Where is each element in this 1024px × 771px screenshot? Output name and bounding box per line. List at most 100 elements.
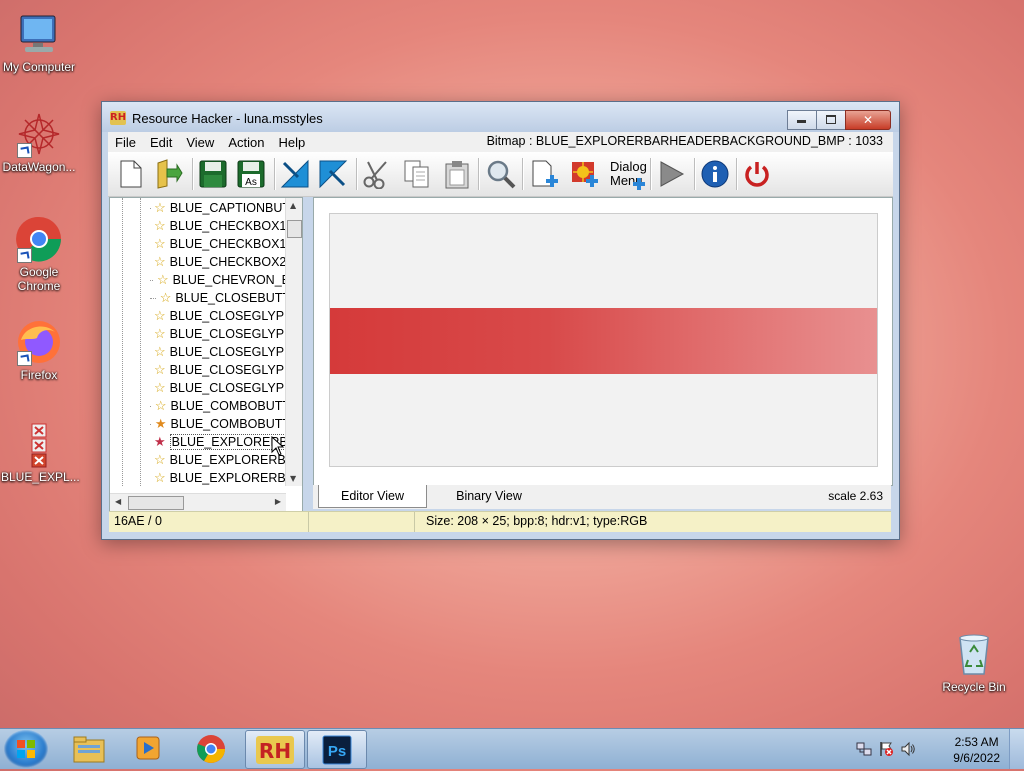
tab-binary-view[interactable]: Binary View	[433, 485, 545, 507]
close-button[interactable]	[845, 110, 891, 130]
scroll-up-arrow-icon[interactable]: ▲	[290, 201, 296, 210]
toolbar-separator	[356, 158, 358, 190]
chrome-icon	[15, 215, 63, 263]
maximize-button[interactable]	[816, 110, 846, 130]
scissors-icon	[362, 159, 392, 189]
system-clock[interactable]: 2:53 AM 9/6/2022	[953, 734, 1000, 766]
taskbar-photoshop[interactable]: Ps	[307, 730, 367, 769]
tree-item-label: BLUE_CHECKBOX25	[170, 255, 290, 269]
tree-item[interactable]: ☆BLUE_CLOSEGLYPH	[150, 325, 290, 343]
find-button[interactable]	[484, 157, 518, 191]
dialog-menu-text-1: Dialog	[610, 159, 646, 174]
tree-item-label: BLUE_CLOSEGLYPH	[170, 345, 290, 359]
scroll-thumb[interactable]	[128, 496, 184, 510]
add-image-icon	[570, 159, 600, 189]
open-file-button[interactable]	[152, 157, 186, 191]
desktop-icon-datawagon[interactable]: DataWagon...	[1, 110, 77, 174]
tree-item[interactable]: ☆BLUE_CLOSEGLYPH	[150, 361, 290, 379]
cut-button[interactable]	[360, 157, 394, 191]
menu-edit[interactable]: Edit	[143, 135, 179, 150]
menu-file[interactable]: File	[108, 135, 143, 150]
show-desktop-button[interactable]	[1009, 729, 1024, 769]
new-file-button[interactable]	[114, 157, 148, 191]
scroll-left-arrow-icon[interactable]: ◀	[115, 497, 121, 506]
bitmap-preview	[330, 308, 877, 374]
minimize-button[interactable]	[787, 110, 817, 130]
tree-vertical-scrollbar[interactable]: ▲ ▼	[285, 198, 302, 486]
resource-tree[interactable]: ☆BLUE_CAPTIONBUT☆BLUE_CHECKBOX13☆BLUE_CH…	[109, 197, 303, 512]
power-icon	[743, 160, 771, 188]
tree-item[interactable]: ★BLUE_EXPLORERBA	[150, 433, 290, 451]
tree-item[interactable]: ☆BLUE_CLOSEGLYPH	[150, 343, 290, 361]
desktop-icon-my-computer[interactable]: My Computer	[1, 10, 77, 74]
taskbar-chrome[interactable]	[182, 730, 240, 767]
volume-icon[interactable]	[900, 741, 916, 757]
network-icon[interactable]	[856, 741, 872, 757]
copy-button[interactable]	[400, 157, 434, 191]
save-as-icon: As	[237, 160, 265, 188]
magnifier-icon	[486, 159, 516, 189]
photoshop-icon: Ps	[322, 735, 352, 765]
tree-item[interactable]: ☆BLUE_EXPLORERBA	[150, 469, 290, 487]
tab-editor-view[interactable]: Editor View	[318, 485, 427, 508]
tree-item[interactable]: ☆BLUE_CHECKBOX25	[150, 253, 290, 271]
tree-horizontal-scrollbar[interactable]: ◀ ▶	[110, 493, 286, 511]
tree-item[interactable]: ☆BLUE_CHECKBOX13	[150, 217, 290, 235]
scroll-down-arrow-icon[interactable]: ▼	[290, 474, 296, 483]
tree-connector	[150, 424, 151, 425]
desktop-icon-recycle-bin[interactable]: Recycle Bin	[936, 630, 1012, 694]
desktop-icon-label: Firefox	[1, 368, 77, 382]
desktop-icon-blue-expl[interactable]: BLUE_EXPL...	[1, 420, 77, 484]
tree-item[interactable]: ☆BLUE_CLOSEBUTT	[150, 289, 290, 307]
action-center-flag-icon[interactable]	[878, 741, 894, 757]
paste-icon	[444, 159, 470, 189]
scroll-right-arrow-icon[interactable]: ▶	[275, 497, 281, 506]
star-resource-icon: ☆	[154, 201, 166, 215]
tree-item[interactable]: ☆BLUE_EXPLORERBA	[150, 451, 290, 469]
taskbar-resource-hacker[interactable]: RH	[245, 730, 305, 769]
menu-bar: File Edit View Action Help Bitmap : BLUE…	[108, 132, 893, 152]
menu-view[interactable]: View	[179, 135, 221, 150]
compile-button[interactable]	[278, 157, 312, 191]
taskbar-explorer[interactable]	[60, 730, 118, 767]
save-button[interactable]	[196, 157, 230, 191]
save-as-button[interactable]: As	[234, 157, 268, 191]
desktop-icon-firefox[interactable]: Firefox	[1, 318, 77, 382]
tree-item[interactable]: ☆BLUE_CHEVRON_B	[150, 271, 290, 289]
run-script-button[interactable]	[316, 157, 350, 191]
pane-splitter[interactable]	[307, 197, 311, 510]
tree-guide-line	[122, 198, 123, 486]
tree-item[interactable]: ☆ BLUE_CAPTIONBUT	[150, 199, 290, 217]
menu-action[interactable]: Action	[221, 135, 271, 150]
status-offset: 16AE / 0	[114, 514, 162, 528]
bitmap-file-icon	[15, 420, 63, 468]
tree-item-label: BLUE_CLOSEGLYPH	[170, 363, 290, 377]
add-blank-resource-button[interactable]	[528, 157, 562, 191]
desktop-icon-google-chrome[interactable]: Google Chrome	[1, 215, 77, 293]
start-button[interactable]	[4, 730, 48, 768]
exit-button[interactable]	[740, 157, 774, 191]
menu-help[interactable]: Help	[271, 135, 312, 150]
tree-item[interactable]: ★BLUE_COMBOBUTT	[150, 415, 290, 433]
tree-item-label: BLUE_CLOSEBUTT	[175, 291, 290, 305]
resource-hacker-icon: RH	[255, 735, 295, 765]
about-button[interactable]	[698, 157, 732, 191]
tree-item-label: BLUE_CAPTIONBUT	[170, 201, 290, 215]
toolbar-separator	[522, 158, 524, 190]
tree-item[interactable]: ☆BLUE_CLOSEGLYPH	[150, 379, 290, 397]
title-bar[interactable]: RH Resource Hacker - luna.msstyles	[102, 102, 899, 132]
file-explorer-icon	[72, 734, 106, 764]
toolbar-separator	[736, 158, 738, 190]
scroll-thumb[interactable]	[287, 220, 302, 238]
tree-item[interactable]: ☆BLUE_CLOSEGLYPH	[150, 307, 290, 325]
tree-item-label: BLUE_CHECKBOX16	[170, 237, 290, 251]
tree-item[interactable]: ☆BLUE_COMBOBUTT	[150, 397, 290, 415]
add-image-resource-button[interactable]	[568, 157, 602, 191]
run-button[interactable]	[654, 157, 688, 191]
tree-item[interactable]: ☆ BLUE_CHECKBOX16	[150, 235, 290, 253]
paste-button[interactable]	[440, 157, 474, 191]
dialog-menu-button[interactable]: DialogMenu	[608, 157, 646, 191]
star-resource-icon: ☆	[154, 309, 166, 323]
star-resource-icon: ☆	[154, 237, 166, 251]
taskbar-media-player[interactable]	[120, 730, 178, 767]
